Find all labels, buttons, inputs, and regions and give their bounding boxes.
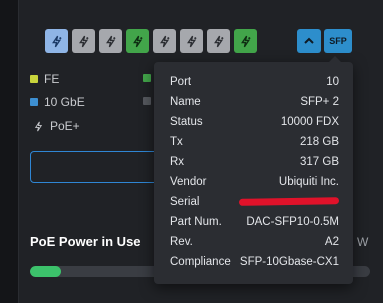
tooltip-value: 10000 FDX — [280, 116, 339, 128]
tooltip-row-status: Status 10000 FDX — [170, 112, 339, 132]
fe-swatch — [30, 75, 38, 83]
power-bolt-icon — [214, 35, 224, 47]
power-bolt-icon — [106, 35, 116, 47]
tooltip-row-rx: Rx 317 GB — [170, 152, 339, 172]
power-bolt-icon — [241, 35, 251, 47]
tooltip-row-port: Port 10 — [170, 72, 339, 92]
tooltip-value: 218 GB — [300, 136, 339, 148]
legend-10gbe: 10 GbE — [30, 95, 85, 109]
tooltip-value: Ubiquiti Inc. — [278, 176, 339, 188]
tooltip-key: Port — [170, 76, 192, 88]
tooltip-value: SFP+ 2 — [300, 96, 339, 108]
legend-swatch-dark — [143, 97, 151, 105]
power-bolt-icon — [52, 35, 62, 47]
tooltip-key: Tx — [170, 136, 183, 148]
tooltip-value: 10 — [326, 76, 339, 88]
legend-poe-plus-label: PoE+ — [50, 119, 80, 133]
port-row — [45, 29, 257, 53]
tooltip-value: SFP-10Gbase-CX1 — [239, 256, 339, 268]
tooltip-value: 317 GB — [300, 156, 339, 168]
tooltip-key: Rev. — [170, 236, 193, 248]
chevron-up-icon — [304, 37, 314, 44]
tooltip-value: DAC-SFP10-0.5M — [246, 216, 339, 228]
port-2[interactable] — [72, 29, 95, 53]
tooltip-row-serial: Serial — [170, 192, 340, 212]
tooltip-row-name: Name SFP+ 2 — [170, 92, 339, 112]
poe-unit-label: W — [357, 235, 369, 249]
legend-poe-plus: PoE+ — [33, 119, 80, 133]
poe-usage-fill — [30, 266, 61, 277]
legend-10gbe-label: 10 GbE — [44, 95, 85, 109]
tooltip-row-compliance: Compliance SFP-10Gbase-CX1 — [170, 252, 339, 272]
power-bolt-icon — [160, 35, 170, 47]
legend-swatch-green — [143, 74, 151, 82]
tooltip-row-rev: Rev. A2 — [170, 232, 339, 252]
sfp-port-button[interactable]: SFP — [324, 29, 352, 53]
port-8[interactable] — [234, 29, 257, 53]
power-bolt-icon — [133, 35, 143, 47]
tooltip-value: A2 — [324, 236, 339, 248]
tooltip-row-part-num: Part Num. DAC-SFP10-0.5M — [170, 212, 339, 232]
port-6[interactable] — [180, 29, 203, 53]
tooltip-key: Name — [170, 96, 201, 108]
port-details-tooltip: Port 10 Name SFP+ 2 Status 10000 FDX Tx 218 GB R… — [154, 56, 353, 284]
uplink-toggle-button[interactable] — [297, 29, 321, 53]
legend-fe-label: FE — [44, 72, 60, 86]
redaction-mark — [238, 197, 340, 206]
tooltip-key: Compliance — [170, 256, 231, 268]
tooltip-key: Serial — [170, 196, 200, 208]
tooltip-key: Status — [170, 116, 203, 128]
port-3[interactable] — [99, 29, 122, 53]
power-bolt-icon — [187, 35, 197, 47]
tooltip-row-tx: Tx 218 GB — [170, 132, 339, 152]
tooltip-key: Vendor — [170, 176, 207, 188]
tooltip-key: Rx — [170, 156, 185, 168]
port-1[interactable] — [45, 29, 68, 53]
tooltip-row-vendor: Vendor Ubiquiti Inc. — [170, 172, 339, 192]
tooltip-key: Part Num. — [170, 216, 222, 228]
poe-power-title: PoE Power in Use — [30, 234, 141, 249]
port-7[interactable] — [207, 29, 230, 53]
tooltip-value — [238, 196, 340, 208]
power-bolt-icon — [34, 121, 43, 131]
power-bolt-icon — [79, 35, 89, 47]
port-4[interactable] — [126, 29, 149, 53]
port-5[interactable] — [153, 29, 176, 53]
tengbe-swatch — [30, 98, 38, 106]
legend-fe: FE — [30, 72, 59, 86]
